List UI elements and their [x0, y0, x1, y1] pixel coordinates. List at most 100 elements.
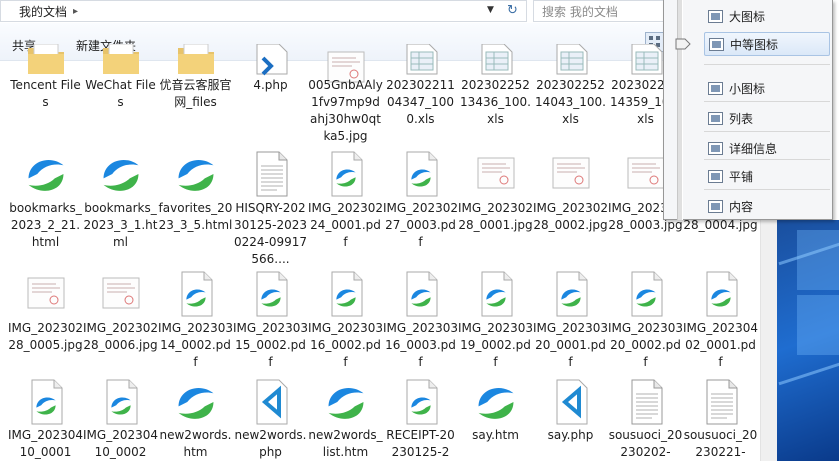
view-menu-item-medium-icons[interactable]: 中等图标 — [704, 32, 830, 56]
view-size-slider[interactable] — [677, 0, 683, 220]
file-name: 4.php — [253, 78, 288, 92]
menu-divider — [704, 64, 830, 65]
menu-divider — [704, 101, 830, 102]
file-name: IMG_20230320_0001.pdf — [533, 321, 608, 369]
address-dropdown-icon[interactable]: ▼ — [487, 5, 494, 15]
file-grid: Tencent Files WeChat Files 优音云客服官网_files 4.… — [0, 43, 760, 461]
details-view-icon — [708, 141, 723, 155]
pdf-file-icon — [326, 150, 366, 197]
search-placeholder: 搜索 我的文档 — [542, 4, 618, 19]
file-name: HISQRY-20230125-20230224-09917566.... — [233, 201, 308, 266]
menu-divider — [704, 189, 830, 190]
view-menu-label: 中等图标 — [730, 37, 779, 52]
view-menu-label: 平铺 — [729, 169, 754, 184]
file-name: IMG_20230410_0002 — [83, 428, 158, 459]
file-name: IMG_20230316_0003.pdf — [383, 321, 458, 369]
jpg-thumbnail-icon — [101, 270, 141, 314]
view-menu-item-small-icons[interactable]: 小图标 — [704, 76, 830, 100]
file-name: IMG_20230228_0001.jpg — [458, 201, 533, 232]
refresh-icon[interactable]: ↻ — [507, 3, 518, 18]
browser-html-icon — [176, 150, 216, 194]
text-file-icon — [701, 378, 741, 425]
jpg-thumbnail-icon — [551, 150, 591, 194]
file-name: new2words.php — [234, 428, 307, 459]
file-name: Tencent Files — [10, 78, 81, 109]
breadcrumb-chevron-icon[interactable]: ▸ — [73, 6, 78, 17]
file-name: 20230225213436_100.xls — [460, 78, 531, 126]
address-bar[interactable]: 我的文档 ▸ ▼ ↻ — [0, 0, 527, 22]
view-menu-item-details[interactable]: 详细信息 — [704, 136, 830, 160]
browser-html-icon — [326, 378, 366, 422]
search-input[interactable]: 搜索 我的文档 — [533, 0, 668, 22]
file-name: IMG_20230402_0001.pdf — [683, 321, 758, 369]
pdf-file-icon — [551, 270, 591, 317]
pdf-file-icon — [401, 270, 441, 317]
file-name: IMG_20230319_0002.pdf — [458, 321, 533, 369]
file-name: bookmarks_2023_3_1.html — [83, 201, 158, 249]
view-menu-item-tiles[interactable]: 平铺 — [704, 164, 830, 188]
slider-thumb-icon[interactable] — [675, 38, 691, 50]
pdf-file-icon — [401, 150, 441, 197]
file-name: bookmarks_2023_2_21.html — [9, 201, 82, 249]
file-name: new2words_list.htm — [308, 428, 383, 459]
large-icons-view-icon — [708, 9, 723, 23]
file-name: WeChat Files — [85, 78, 156, 109]
desktop-wallpaper — [777, 220, 839, 461]
vscode-file-icon — [251, 378, 291, 425]
file-name: IMG_20230228_0005.jpg — [8, 321, 83, 352]
small-icons-view-icon — [708, 81, 723, 95]
file-name: RECEIPT-20230125-2 — [386, 428, 455, 459]
browser-html-icon — [476, 378, 516, 422]
pdf-file-icon — [101, 378, 141, 425]
text-file-icon — [626, 378, 666, 425]
vscode-file-icon — [551, 378, 591, 425]
pdf-file-icon — [26, 378, 66, 425]
view-menu-label: 内容 — [729, 199, 754, 214]
view-menu-item-list[interactable]: 列表 — [704, 106, 830, 130]
medium-icons-view-icon — [709, 37, 724, 51]
view-menu-label: 大图标 — [729, 9, 766, 24]
file-name: IMG_20230316_0002.pdf — [308, 321, 383, 369]
file-name: IMG_20230320_0002.pdf — [608, 321, 683, 369]
file-name: 优音云客服官网_files — [159, 78, 232, 109]
menu-divider — [704, 131, 830, 132]
content-view-icon — [708, 199, 723, 213]
jpg-thumbnail-icon — [476, 150, 516, 194]
menu-divider — [704, 159, 830, 160]
file-name: IMG_20230228_0002.jpg — [533, 201, 608, 232]
file-name: IMG_20230315_0002.pdf — [233, 321, 308, 369]
view-menu-item-content[interactable]: 内容 — [704, 194, 830, 218]
browser-html-icon — [176, 378, 216, 422]
file-name: favorites_2023_3_5.html — [158, 201, 233, 232]
pdf-file-icon — [701, 270, 741, 317]
pdf-file-icon — [626, 270, 666, 317]
file-name: 20230225214043_100.xls — [535, 78, 606, 126]
view-menu: 大图标中等图标小图标列表详细信息平铺内容 — [663, 0, 833, 220]
file-name: IMG_20230228_0006.jpg — [83, 321, 158, 352]
file-name: say.htm — [472, 428, 519, 442]
view-menu-item-large-icons[interactable]: 大图标 — [704, 4, 830, 28]
file-name: 005GnbAAly1fv97mp9dahj30hw0qtka5.jpg — [308, 78, 383, 143]
file-name: new2words.htm — [159, 428, 232, 459]
jpg-thumbnail-icon — [26, 270, 66, 314]
tiles-view-icon — [708, 169, 723, 183]
file-name: sousuoci_20230221- — [683, 428, 758, 459]
file-name: 20230221104347_1000.xls — [386, 78, 455, 126]
breadcrumb-my-documents[interactable]: 我的文档 — [19, 3, 67, 20]
file-name: IMG_20230224_0001.pdf — [308, 201, 383, 249]
file-name: say.php — [547, 428, 594, 442]
pdf-file-icon — [251, 270, 291, 317]
file-name: IMG_20230314_0002.pdf — [158, 321, 233, 369]
pdf-file-icon — [401, 378, 441, 425]
jpg-thumbnail-icon — [626, 150, 666, 194]
file-name: IMG_20230410_0001 — [8, 428, 83, 459]
view-menu-label: 详细信息 — [729, 141, 778, 156]
browser-html-icon — [26, 150, 66, 194]
file-name: IMG_20230227_0003.pdf — [383, 201, 458, 249]
browser-html-icon — [101, 150, 141, 194]
text-file-icon — [251, 150, 291, 197]
view-menu-label: 小图标 — [729, 81, 766, 96]
view-menu-label: 列表 — [729, 111, 754, 126]
pdf-file-icon — [176, 270, 216, 317]
list-view-icon — [708, 111, 723, 125]
